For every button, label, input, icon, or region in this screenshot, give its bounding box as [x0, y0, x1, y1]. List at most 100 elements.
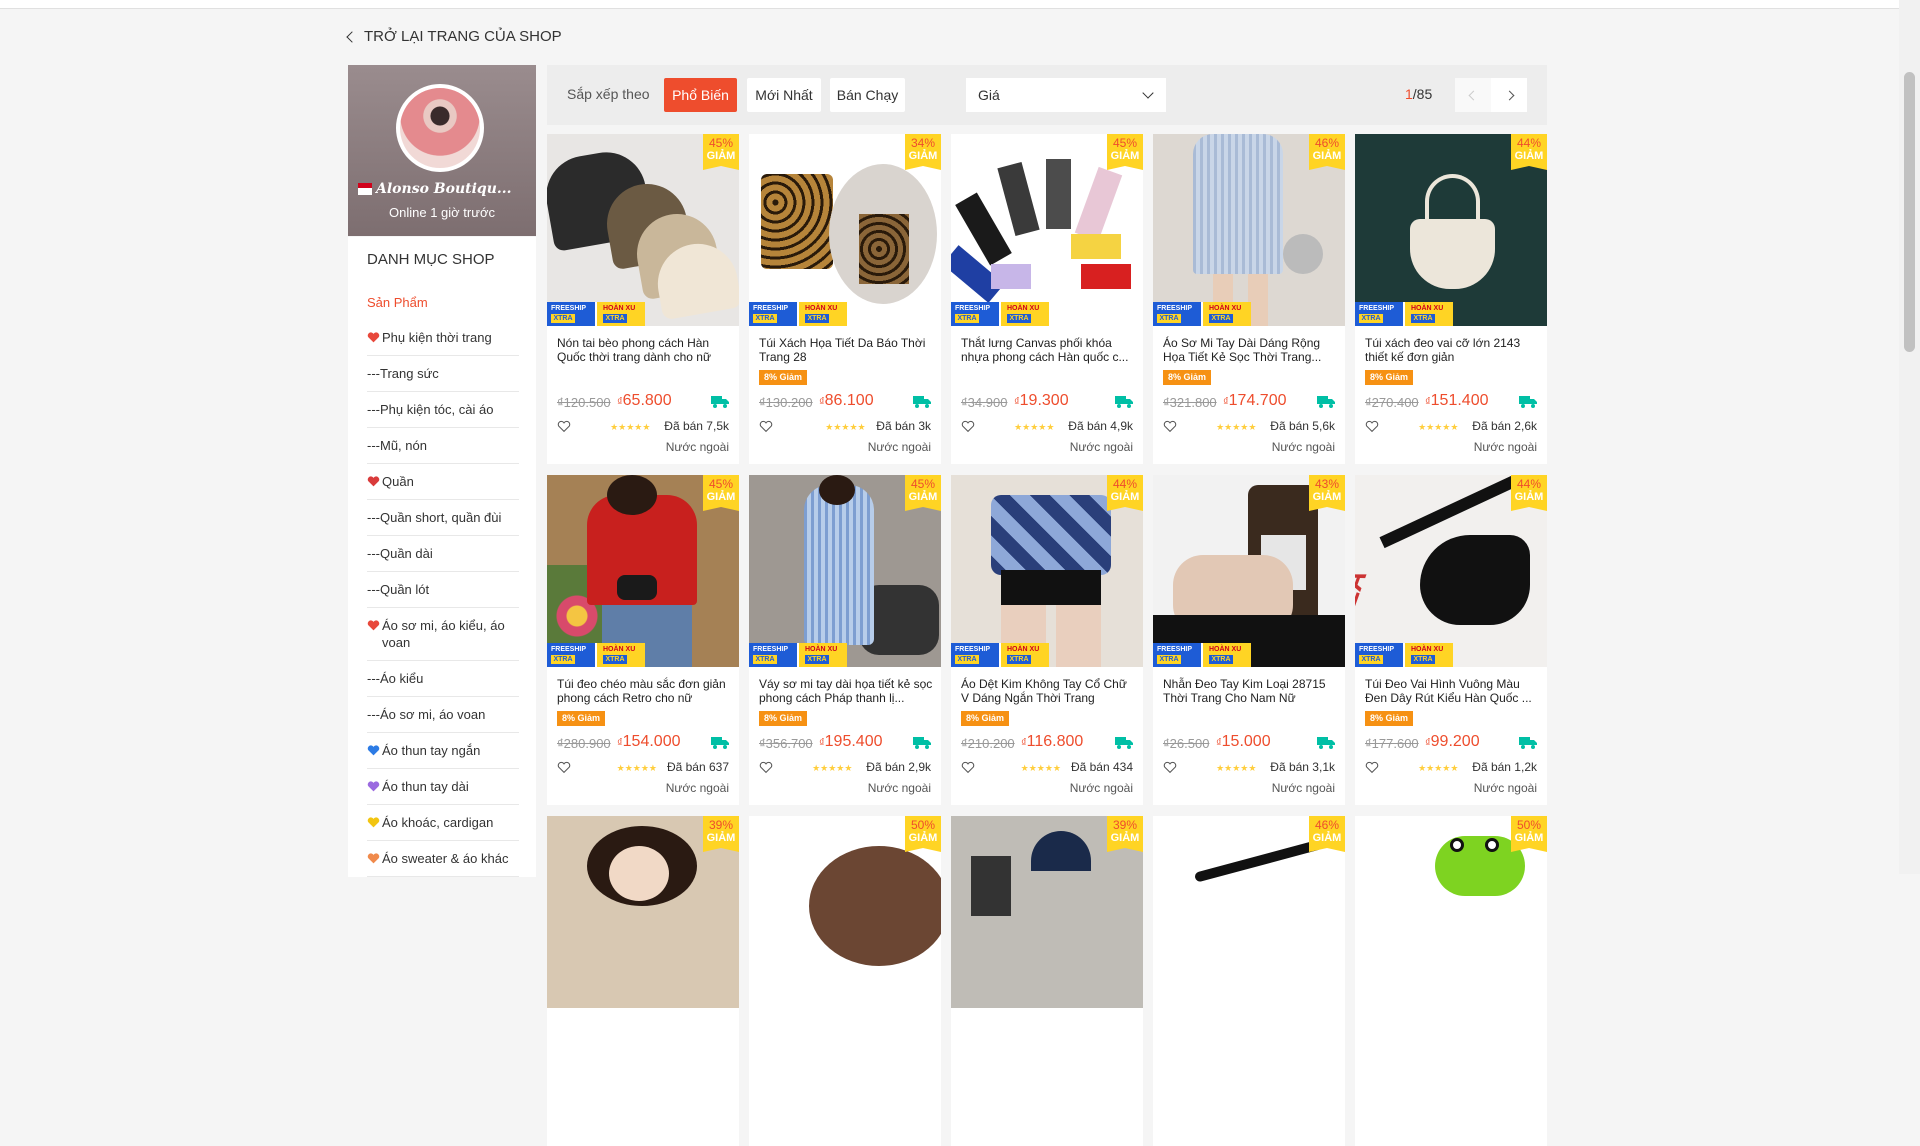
category-label: ---Quần lót — [367, 582, 430, 597]
product-card[interactable]: 45% GIẢM FREESHIP XTRA HOÀN XU XTRA Thắt lưng … — [951, 134, 1143, 464]
product-card[interactable]: 50% GIẢM — [749, 816, 941, 1146]
product-image[interactable]: 50% GIẢM — [1355, 816, 1547, 1008]
category-item[interactable]: ---Mũ, nón — [367, 428, 519, 464]
category-item[interactable]: ---Quần lót — [367, 572, 519, 608]
category-label: Áo sweater & áo khác — [382, 851, 509, 866]
product-image[interactable]: 46% GIẢM FREESHIP XTRA HOÀN XU XTRA — [1153, 134, 1345, 326]
category-item[interactable]: ---Trang sức — [367, 356, 519, 392]
product-card[interactable]: 39% GIẢM — [547, 816, 739, 1146]
like-heart-icon[interactable] — [1163, 420, 1177, 433]
discount-badge: 46% GIẢM — [1309, 134, 1345, 170]
sort-newest-button[interactable]: Mới Nhất — [747, 78, 821, 112]
like-heart-icon[interactable] — [961, 420, 975, 433]
product-image[interactable]: 44% GIẢM FREESHIP XTRA HOÀN XU XTRA — [1355, 134, 1547, 326]
category-label: Quần — [382, 474, 414, 489]
discount-word: GIẢM — [1514, 832, 1544, 844]
product-card[interactable]: 44% GIẢM FREESHIP XTRA HOÀN XU XTRA Áo Dệt Kim… — [951, 475, 1143, 805]
freeship-label: FREESHIP — [955, 646, 991, 653]
hoanxu-label: HOÀN XU — [603, 305, 636, 312]
category-item[interactable]: Áo sơ mi, áo kiểu, áo voan — [367, 608, 519, 661]
product-card[interactable]: LA 44% GIẢM FREESHIP XTRA HOÀN XU XTRA Túi Đeo … — [1355, 475, 1547, 805]
product-image[interactable]: 45% GIẢM FREESHIP XTRA HOÀN XU XTRA — [951, 134, 1143, 326]
like-heart-icon[interactable] — [1365, 420, 1379, 433]
category-item[interactable]: Áo thun tay ngắn — [367, 733, 519, 769]
shop-avatar[interactable] — [396, 84, 484, 172]
like-heart-icon[interactable] — [759, 761, 773, 774]
like-heart-icon[interactable] — [1163, 761, 1177, 774]
product-image[interactable]: 39% GIẢM — [547, 816, 739, 1008]
product-title[interactable]: Váy sơ mi tay dài họa tiết kẻ sọc phong … — [759, 677, 933, 705]
sold-count: Đã bán 1,2k — [1472, 760, 1537, 774]
prev-page-button[interactable] — [1455, 78, 1491, 112]
category-item[interactable]: Sản Phẩm — [367, 285, 519, 320]
product-title[interactable]: Áo Dệt Kim Không Tay Cổ Chữ V Dáng Ngắn … — [961, 677, 1135, 705]
product-card[interactable]: 45% GIẢM FREESHIP XTRA HOÀN XU XTRA Váy sơ mi … — [749, 475, 941, 805]
product-image[interactable]: 43% GIẢM FREESHIP XTRA HOÀN XU XTRA — [1153, 475, 1345, 667]
product-title[interactable]: Nhẫn Đeo Tay Kim Loại 28715 Thời Trang C… — [1163, 677, 1337, 705]
category-item[interactable]: ---Quần short, quần đùi — [367, 500, 519, 536]
sort-bestseller-button[interactable]: Bán Chạy — [830, 78, 905, 112]
product-title[interactable]: Thắt lưng Canvas phối khóa nhựa phong cá… — [961, 336, 1135, 364]
category-item[interactable]: ---Phụ kiện tóc, cài áo — [367, 392, 519, 428]
shop-profile-card[interactable]: Alonso Boutiqu... Online 1 giờ trước — [348, 65, 536, 236]
category-item[interactable]: Phụ kiện thời trang — [367, 320, 519, 356]
product-title[interactable]: Túi đeo chéo màu sắc đơn giản phong cách… — [557, 677, 731, 705]
product-image[interactable]: 39% GIẢM — [951, 816, 1143, 1008]
product-image[interactable]: 45% GIẢM FREESHIP XTRA HOÀN XU XTRA — [749, 475, 941, 667]
category-item[interactable]: Áo khoác, cardigan — [367, 805, 519, 841]
original-price: ₫120.500 — [557, 395, 611, 410]
like-heart-icon[interactable] — [961, 761, 975, 774]
product-card[interactable]: 43% GIẢM FREESHIP XTRA HOÀN XU XTRA Nhẫn Đeo T… — [1153, 475, 1345, 805]
xtra-label: XTRA — [1157, 655, 1181, 664]
discount-word: GIẢM — [908, 491, 938, 503]
product-card[interactable]: 46% GIẢM FREESHIP XTRA HOÀN XU XTRA Áo Sơ Mi T… — [1153, 134, 1345, 464]
product-title[interactable]: Nón tai bèo phong cách Hàn Quốc thời tra… — [557, 336, 731, 364]
product-image[interactable]: 46% GIẢM — [1153, 816, 1345, 1008]
product-image[interactable]: 44% GIẢM FREESHIP XTRA HOÀN XU XTRA — [951, 475, 1143, 667]
heart-icon — [367, 745, 380, 756]
sale-price-value: 174.700 — [1228, 392, 1287, 409]
discount-percent: 46% — [1314, 136, 1340, 150]
product-image[interactable]: LA 44% GIẢM FREESHIP XTRA HOÀN XU XTRA — [1355, 475, 1547, 667]
sold-count: Đã bán 2,6k — [1472, 419, 1537, 433]
like-heart-icon[interactable] — [557, 420, 571, 433]
scrollbar-thumb[interactable] — [1904, 72, 1915, 352]
product-image[interactable]: 50% GIẢM — [749, 816, 941, 1008]
category-label: Áo sơ mi, áo kiểu, áo voan — [382, 618, 505, 650]
product-card[interactable]: 45% GIẢM FREESHIP XTRA HOÀN XU XTRA Nón tai bè… — [547, 134, 739, 464]
product-card[interactable]: 44% GIẢM FREESHIP XTRA HOÀN XU XTRA Túi xách đ… — [1355, 134, 1547, 464]
sale-price-value: 86.100 — [824, 392, 874, 409]
product-card[interactable]: 34% GIẢM FREESHIP XTRA HOÀN XU XTRA Túi Xách H… — [749, 134, 941, 464]
sort-popular-button[interactable]: Phổ Biến — [664, 78, 737, 112]
sale-price: ₫65.800 — [617, 392, 672, 409]
back-to-shop-link[interactable]: TRỞ LẠI TRANG CỦA SHOP — [346, 28, 562, 45]
product-image[interactable]: 45% GIẢM FREESHIP XTRA HOÀN XU XTRA — [547, 134, 739, 326]
category-item[interactable]: ---Quần dài — [367, 536, 519, 572]
product-card[interactable]: 45% GIẢM FREESHIP XTRA HOÀN XU XTRA Túi đeo ch… — [547, 475, 739, 805]
product-title[interactable]: Túi Xách Họa Tiết Da Báo Thời Trang 28 — [759, 336, 933, 364]
sale-price-value: 99.200 — [1430, 733, 1480, 750]
like-heart-icon[interactable] — [759, 420, 773, 433]
category-item[interactable]: Quần — [367, 464, 519, 500]
shop-online-status: Online 1 giờ trước — [389, 205, 495, 220]
like-heart-icon[interactable] — [557, 761, 571, 774]
category-item[interactable]: ---Áo kiểu — [367, 661, 519, 697]
price-sort-select[interactable]: Giá — [966, 78, 1166, 112]
like-heart-icon[interactable] — [1365, 761, 1379, 774]
product-title[interactable]: Túi Đeo Vai Hình Vuông Màu Đen Dây Rút K… — [1365, 677, 1539, 705]
category-item[interactable]: ---Áo sơ mi, áo voan — [367, 697, 519, 733]
category-item[interactable]: Áo sweater & áo khác — [367, 841, 519, 877]
free-shipping-truck-icon — [913, 396, 931, 408]
product-card[interactable]: 39% GIẢM — [951, 816, 1143, 1146]
product-image[interactable]: 34% GIẢM FREESHIP XTRA HOÀN XU XTRA — [749, 134, 941, 326]
next-page-button[interactable] — [1491, 78, 1527, 112]
product-title[interactable]: Túi xách đeo vai cỡ lớn 2143 thiết kế đơ… — [1365, 336, 1539, 364]
page-scrollbar[interactable] — [1899, 0, 1920, 874]
product-card[interactable]: 50% GIẢM — [1355, 816, 1547, 1146]
freeship-label: FREESHIP — [955, 305, 991, 312]
category-label: ---Áo sơ mi, áo voan — [367, 707, 486, 722]
category-item[interactable]: Áo thun tay dài — [367, 769, 519, 805]
product-card[interactable]: 46% GIẢM — [1153, 816, 1345, 1146]
product-image[interactable]: 45% GIẢM FREESHIP XTRA HOÀN XU XTRA — [547, 475, 739, 667]
product-title[interactable]: Áo Sơ Mi Tay Dài Dáng Rộng Họa Tiết Kẻ S… — [1163, 336, 1337, 364]
